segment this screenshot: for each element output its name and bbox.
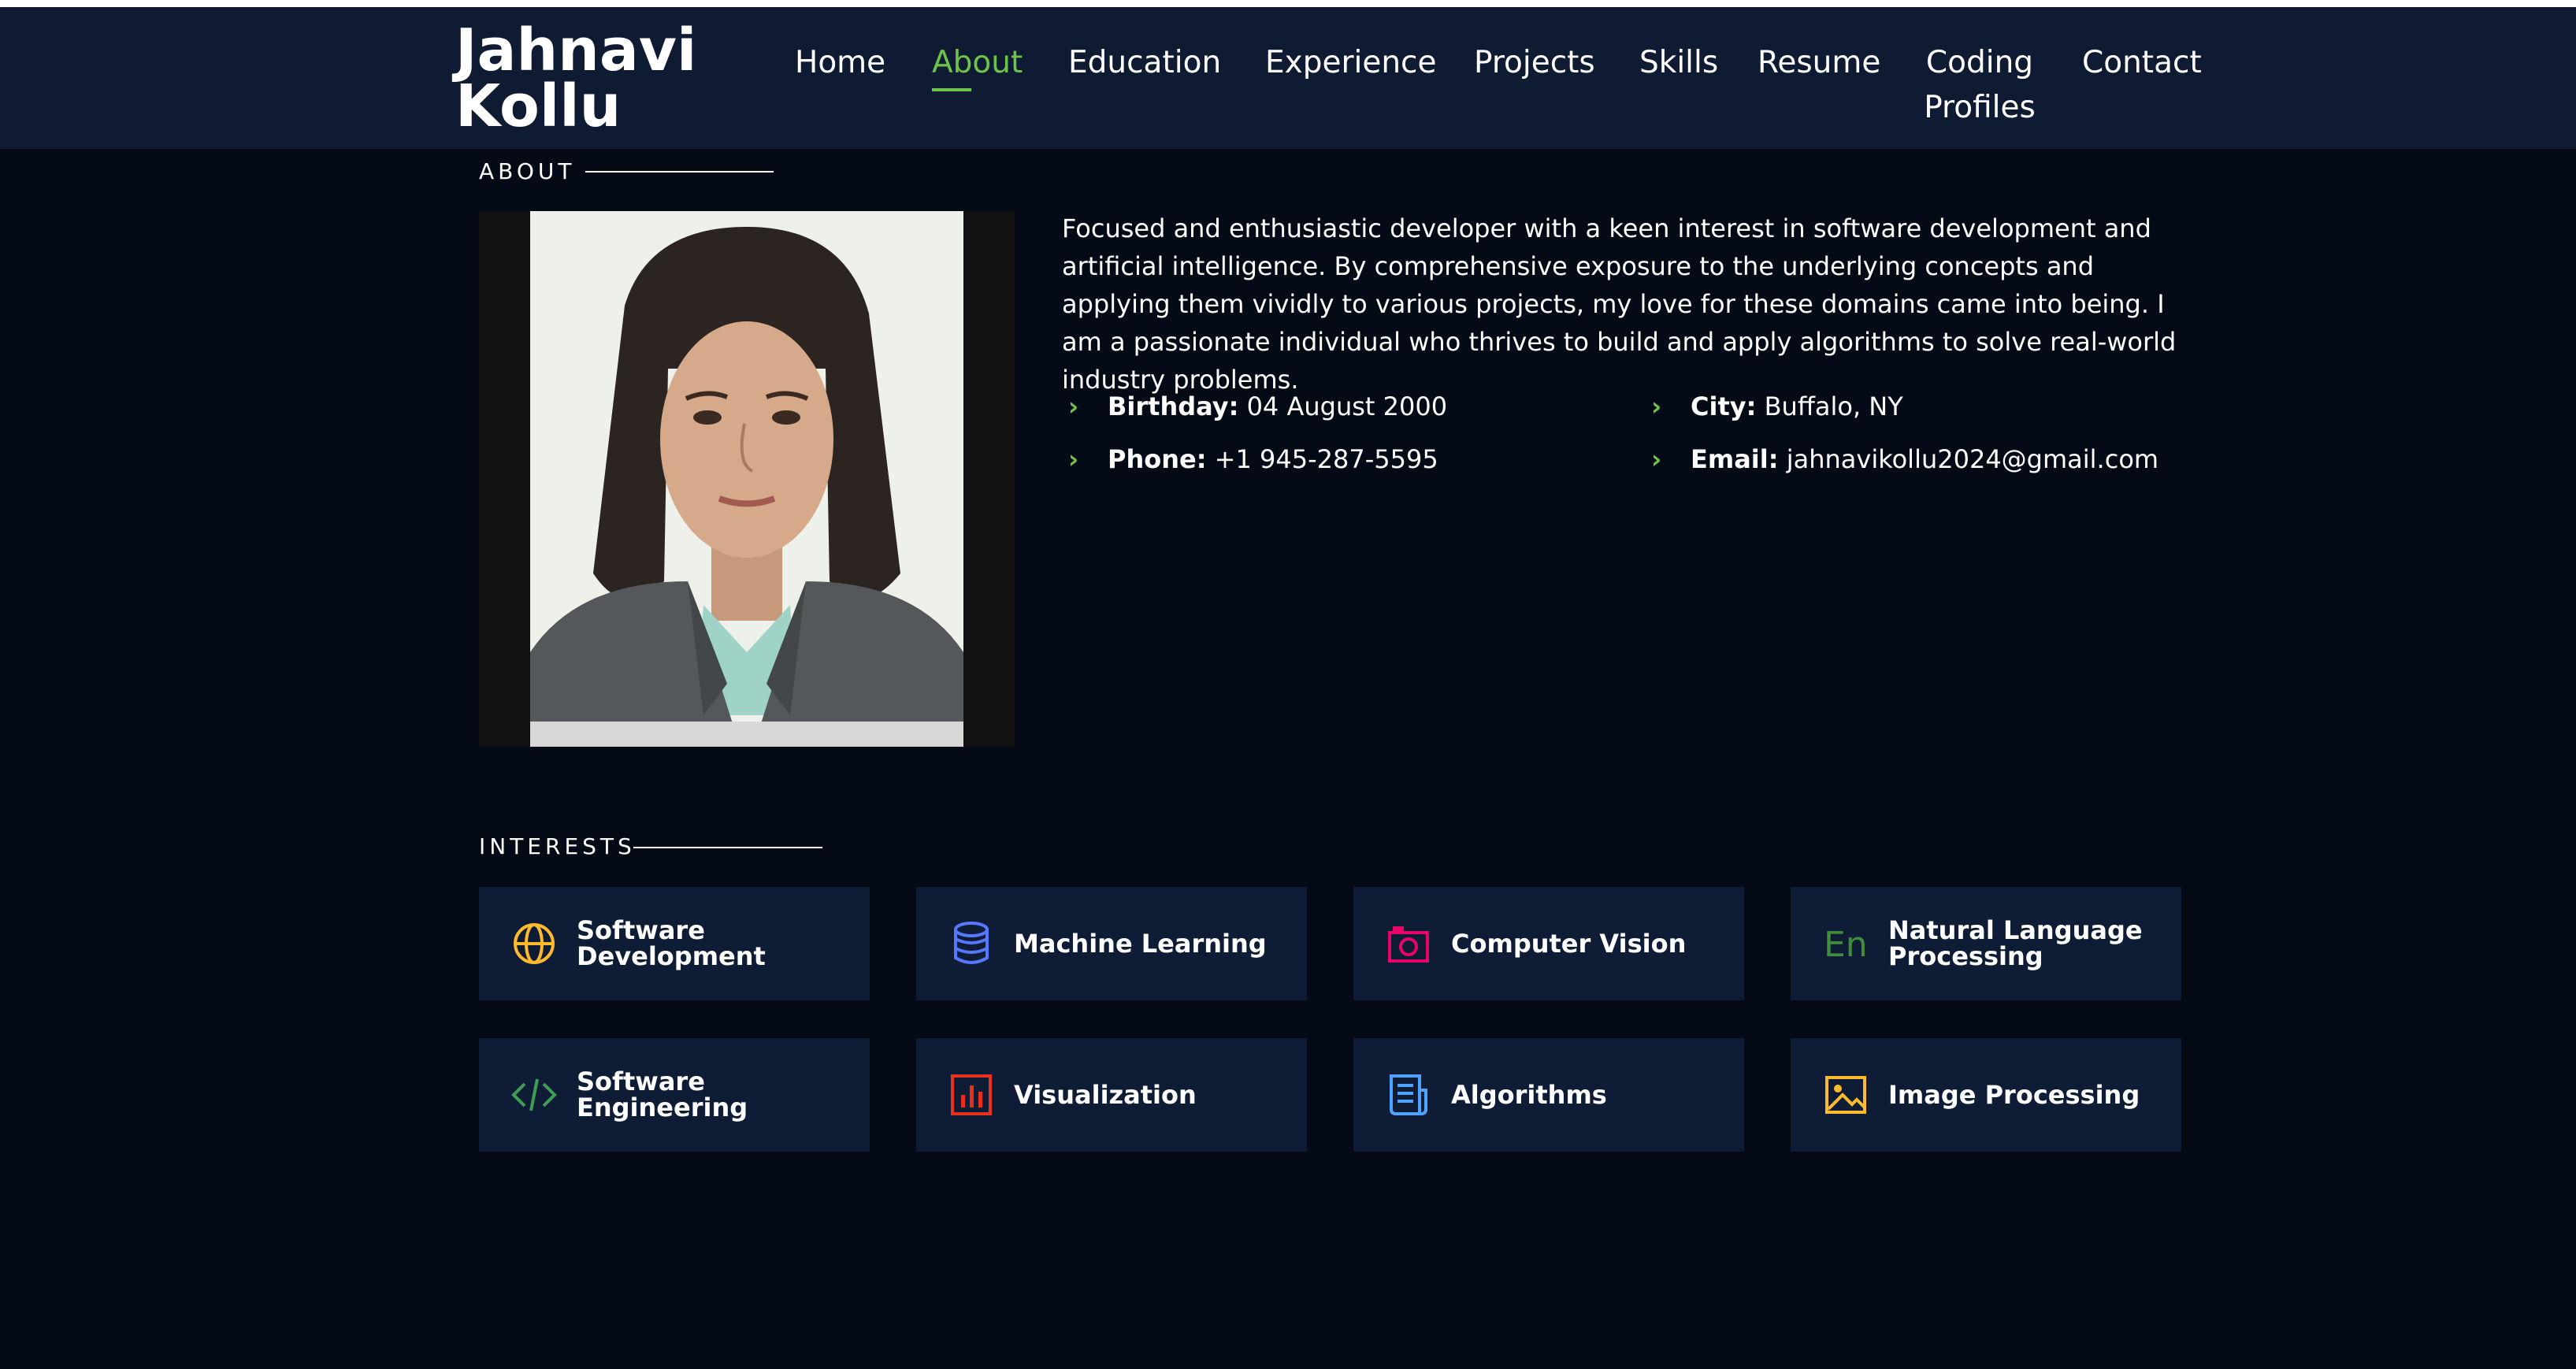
nav-resume[interactable]: Resume <box>1758 40 1880 85</box>
interest-card-computer-vision[interactable]: Computer Vision <box>1353 887 1744 1000</box>
site-header: Jahnavi Kollu Home About Education Exper… <box>0 7 2576 149</box>
nav-contact[interactable]: Contact <box>2082 40 2202 85</box>
city-value: Buffalo, NY <box>1764 391 1903 421</box>
chevron-right-icon: › <box>1651 391 1662 421</box>
chevron-right-icon: › <box>1068 391 1079 421</box>
interest-card-machine-learning[interactable]: Machine Learning <box>916 887 1307 1000</box>
bar-chart-icon <box>951 1074 992 1115</box>
interest-card-image-processing[interactable]: Image Processing <box>1791 1038 2181 1152</box>
city-label: City: <box>1691 391 1757 421</box>
logo-first-name: Jahnavi <box>455 17 697 84</box>
image-icon <box>1825 1076 1866 1114</box>
globe-icon <box>514 923 555 964</box>
nav-about[interactable]: About <box>932 40 1023 91</box>
interest-card-software-engineering[interactable]: Software Engineering <box>479 1038 870 1152</box>
code-icon <box>511 1078 557 1111</box>
interest-label: Software Engineering <box>577 1067 748 1122</box>
birthday-value: 04 August 2000 <box>1246 391 1448 421</box>
interest-label: Visualization <box>1014 1079 1197 1110</box>
language-icon: En <box>1824 925 1868 965</box>
interest-label: Computer Vision <box>1451 928 1687 959</box>
profile-photo <box>530 211 963 747</box>
email-value[interactable]: jahnavikollu2024@gmail.com <box>1787 444 2158 474</box>
nav-education[interactable]: Education <box>1068 40 1221 85</box>
birthday-label: Birthday: <box>1108 391 1239 421</box>
phone-value: +1 945-287-5595 <box>1214 444 1438 474</box>
about-title-rule <box>585 171 774 173</box>
info-city: › City: Buffalo, NY <box>1651 388 1903 425</box>
interest-card-algorithms[interactable]: Algorithms <box>1353 1038 1744 1152</box>
interest-label: Machine Learning <box>1014 928 1267 959</box>
document-icon <box>1390 1074 1427 1115</box>
info-birthday: › Birthday: 04 August 2000 <box>1068 388 1447 425</box>
interest-card-software-development[interactable]: Software Development <box>479 887 870 1000</box>
nav-skills[interactable]: Skills <box>1639 40 1718 85</box>
info-phone: › Phone: +1 945-287-5595 <box>1068 440 1438 478</box>
email-label: Email: <box>1691 444 1779 474</box>
site-logo[interactable]: Jahnavi Kollu <box>455 17 739 140</box>
nav-home[interactable]: Home <box>795 40 885 85</box>
interest-label: Image Processing <box>1888 1079 2140 1110</box>
interests-section-title: INTERESTS <box>479 833 636 859</box>
profile-photo-frame <box>479 211 1015 747</box>
about-section-title: ABOUT <box>479 158 576 184</box>
interest-label: Algorithms <box>1451 1079 1607 1110</box>
about-bio: Focused and enthusiastic developer with … <box>1062 213 2177 395</box>
nav-projects[interactable]: Projects <box>1474 40 1595 85</box>
database-icon <box>954 922 989 964</box>
nav-experience[interactable]: Experience <box>1265 40 1437 85</box>
svg-text:En: En <box>1824 925 1868 965</box>
interests-title-rule <box>633 847 822 848</box>
interest-label: Natural Language Processing <box>1888 915 2143 971</box>
interest-card-natural-language-processing[interactable]: En Natural Language Processing <box>1791 887 2181 1000</box>
top-border <box>0 0 2576 7</box>
interest-label: Software Development <box>577 915 766 971</box>
chevron-right-icon: › <box>1651 444 1662 474</box>
chevron-right-icon: › <box>1068 444 1079 474</box>
camera-icon <box>1388 926 1429 963</box>
nav-coding-profiles[interactable]: Coding Profiles <box>1921 40 2039 130</box>
info-email: › Email: jahnavikollu2024@gmail.com <box>1651 440 2158 478</box>
logo-last-name: Kollu <box>455 72 622 140</box>
interest-card-visualization[interactable]: Visualization <box>916 1038 1307 1152</box>
phone-label: Phone: <box>1108 444 1207 474</box>
